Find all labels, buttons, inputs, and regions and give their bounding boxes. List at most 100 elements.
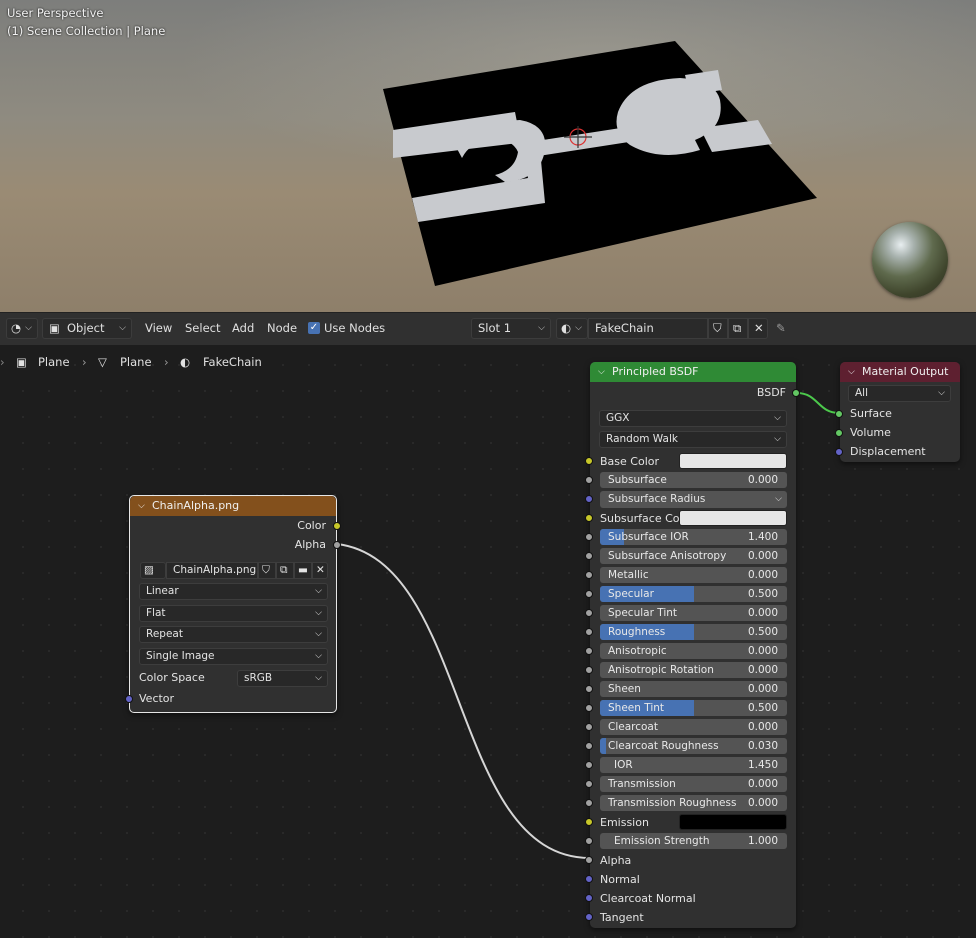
socket-alpha-out[interactable] [333,541,341,549]
source-dropdown[interactable]: Single Image ⌵ [139,648,328,665]
socket-sheen-in[interactable] [585,685,593,693]
emission-color-swatch[interactable] [679,814,787,830]
subsurface-method-dropdown[interactable]: Random Walk ⌵ [599,431,787,448]
clearcoat-field[interactable]: Clearcoat 0.000 [600,719,787,735]
image-texture-node[interactable]: ⌵ ChainAlpha.png Color Alpha ▨ ChainAlph… [125,495,341,713]
clearcoat-roughness-field[interactable]: Clearcoat Roughness 0.030 [600,738,787,754]
color-space-dropdown[interactable]: sRGB ⌵ [237,670,328,687]
image-unlink-button[interactable]: ✕ [312,562,328,579]
projection-dropdown[interactable]: Flat ⌵ [139,605,328,622]
metallic-label: Metallic [608,569,649,581]
roughness-label: Roughness [608,626,666,638]
socket-metallic-in[interactable] [585,571,593,579]
transmission-label: Transmission [608,778,676,790]
base-color-color-swatch[interactable] [679,453,787,469]
emission-strength-field[interactable]: Emission Strength 1.000 [600,833,787,849]
ior-label: IOR [614,759,633,771]
anisotropic-rotation-field[interactable]: Anisotropic Rotation 0.000 [600,662,787,678]
collapse-chevron-icon[interactable]: ⌵ [138,496,145,516]
clearcoat-label: Clearcoat [608,721,658,733]
link-bsdf-surface [796,392,840,414]
subsurface-anisotropy-field[interactable]: Subsurface Anisotropy 0.000 [600,548,787,564]
sheen-tint-field[interactable]: Sheen Tint 0.500 [600,700,787,716]
socket-subsurface-anisotropy-in[interactable] [585,552,593,560]
roughness-field[interactable]: Roughness 0.500 [600,624,787,640]
specular-tint-field[interactable]: Specular Tint 0.000 [600,605,787,621]
image-fake-user-button[interactable]: ⛉ [258,562,276,579]
output-alpha-label: Alpha [294,538,326,551]
socket-emission-strength-in[interactable] [585,837,593,845]
socket-surface-in[interactable] [835,410,843,418]
chevron-down-icon: ⌵ [315,629,322,639]
collapse-chevron-icon[interactable]: ⌵ [598,362,605,382]
subsurface-ior-field[interactable]: Subsurface IOR 1.400 [600,529,787,545]
socket-anisotropic-rotation-in[interactable] [585,666,593,674]
sheen-field[interactable]: Sheen 0.000 [600,681,787,697]
specular-field[interactable]: Specular 0.500 [600,586,787,602]
interpolation-dropdown[interactable]: Linear ⌵ [139,583,328,600]
image-browse-button[interactable]: ▨ [140,562,166,579]
socket-transmission-roughness-in[interactable] [585,799,593,807]
anisotropic-field[interactable]: Anisotropic 0.000 [600,643,787,659]
socket-subsurface-radius-in[interactable] [585,495,593,503]
subsurface-anisotropy-value: 0.000 [747,550,778,562]
socket-sheen-tint-in[interactable] [585,704,593,712]
collapse-chevron-icon[interactable]: ⌵ [848,362,855,382]
ior-field[interactable]: IOR 1.450 [600,757,787,773]
socket-displacement-in[interactable] [835,448,843,456]
principled-bsdf-node[interactable]: ⌵ Principled BSDF BSDF GGX ⌵ Random Walk ⌵… [585,362,800,928]
chevron-down-icon: ⌵ [315,651,322,661]
clearcoat-roughness-value: 0.030 [747,740,778,752]
output-node-header[interactable]: ⌵ Material Output [840,362,960,382]
output-target-value: All [855,387,869,399]
sheen-tint-label: Sheen Tint [608,702,665,714]
socket-subsurface-ior-in[interactable] [585,533,593,541]
subsurface-value: 0.000 [747,474,778,486]
image-duplicate-button[interactable]: ⧉ [276,562,294,579]
tangent-label: Tangent [600,911,644,924]
socket-volume-in[interactable] [835,429,843,437]
socket-color-out[interactable] [333,522,341,530]
folder-icon: ▬ [298,564,308,576]
socket-transmission-in[interactable] [585,780,593,788]
socket-specular-in[interactable] [585,590,593,598]
image-icon: ▨ [144,564,154,576]
specular-tint-label: Specular Tint [608,607,678,619]
transmission-value: 0.000 [747,778,778,790]
chevron-down-icon: ⌵ [315,673,322,683]
subsurface-col-color-swatch[interactable] [679,510,787,526]
socket-roughness-in[interactable] [585,628,593,636]
socket-clearcoat-in[interactable] [585,723,593,731]
input-displacement-label: Displacement [850,445,926,458]
transmission-roughness-label: Transmission Roughness [608,797,737,809]
socket-subsurface-in[interactable] [585,476,593,484]
material-output-node[interactable]: ⌵ Material Output All ⌵ Surface Volume Di… [835,362,960,462]
image-node-header[interactable]: ⌵ ChainAlpha.png [130,496,336,516]
image-open-button[interactable]: ▬ [294,562,312,579]
emission-strength-label: Emission Strength [614,835,710,847]
bsdf-node-header[interactable]: ⌵ Principled BSDF [590,362,796,382]
socket-clearcoat-roughness-in[interactable] [585,742,593,750]
subsurface-method-value: Random Walk [606,433,678,445]
socket-anisotropic-in[interactable] [585,647,593,655]
subsurface-radius-field[interactable]: Subsurface Radius ⌵ [600,491,787,508]
metallic-field[interactable]: Metallic 0.000 [600,567,787,583]
image-name-field[interactable]: ChainAlpha.png [166,562,258,579]
distribution-value: GGX [606,412,630,424]
subsurface-field[interactable]: Subsurface 0.000 [600,472,787,488]
metallic-value: 0.000 [747,569,778,581]
output-target-dropdown[interactable]: All ⌵ [848,385,951,402]
link-alpha [336,543,591,859]
socket-vector-in[interactable] [125,695,133,703]
extension-dropdown[interactable]: Repeat ⌵ [139,626,328,643]
transmission-field[interactable]: Transmission 0.000 [600,776,787,792]
chevron-down-icon: ⌵ [315,586,322,596]
color-space-value: sRGB [244,672,273,684]
socket-specular-tint-in[interactable] [585,609,593,617]
distribution-dropdown[interactable]: GGX ⌵ [599,410,787,427]
socket-ior-in[interactable] [585,761,593,769]
input-surface-label: Surface [850,407,892,420]
anisotropic-label: Anisotropic [608,645,667,657]
socket-bsdf-out[interactable] [792,389,800,397]
transmission-roughness-field[interactable]: Transmission Roughness 0.000 [600,795,787,811]
